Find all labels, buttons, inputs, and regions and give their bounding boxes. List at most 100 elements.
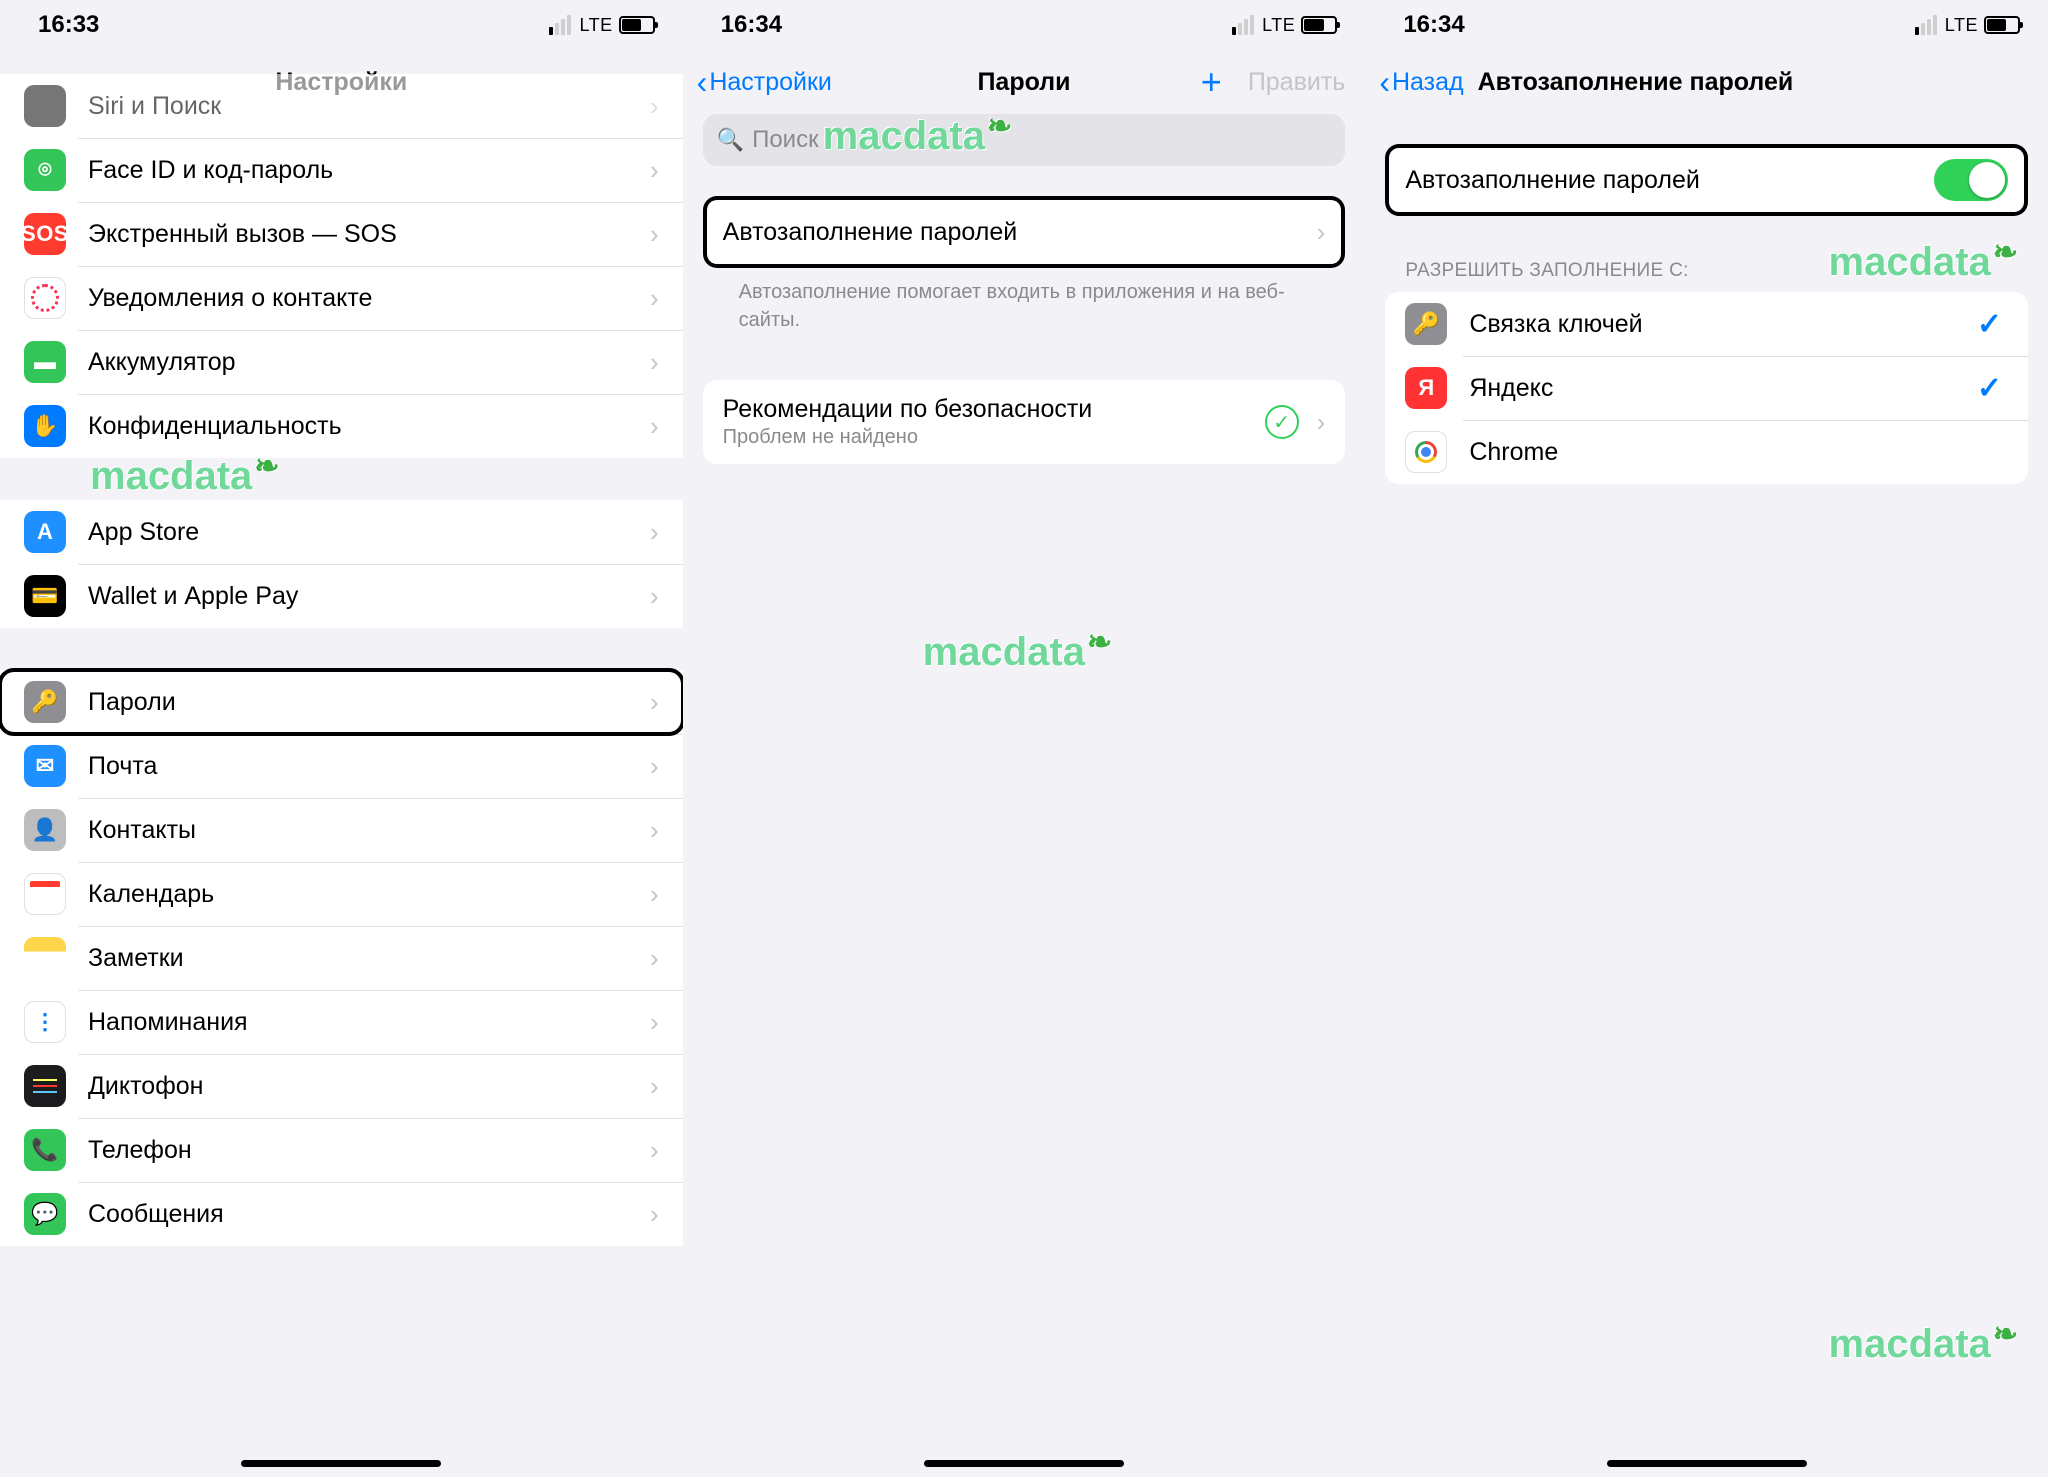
- calendar-icon: [24, 873, 66, 915]
- chevron-left-icon: ‹: [1379, 66, 1390, 98]
- back-label: Настройки: [709, 68, 832, 97]
- row-keychain[interactable]: 🔑Связка ключей✓: [1385, 292, 2028, 356]
- status-indicators: LTE: [549, 15, 654, 36]
- notes-icon: [24, 937, 66, 979]
- wallet-icon: 💳: [24, 575, 66, 617]
- signal-icon: [549, 15, 571, 35]
- nav-actions: + Править: [1201, 64, 1346, 100]
- security-recommendations-row[interactable]: Рекомендации по безопасности Проблем не …: [703, 380, 1346, 464]
- nav-bar: ‹ Назад Автозаполнение паролей: [1365, 50, 2048, 114]
- toggle-group: Автозаполнение паролей: [1385, 144, 2028, 216]
- siri-icon: [24, 85, 66, 127]
- home-indicator[interactable]: [1607, 1460, 1807, 1467]
- row-phone[interactable]: 📞Телефон›: [0, 1118, 683, 1182]
- chevron-right-icon: ›: [650, 751, 659, 782]
- row-exposure[interactable]: Уведомления о контакте›: [0, 266, 683, 330]
- checkmark-icon: ✓: [1977, 307, 2002, 342]
- row-messages[interactable]: 💬Сообщения›: [0, 1182, 683, 1246]
- network-label: LTE: [1945, 15, 1978, 36]
- status-bar: 16:34 LTE: [1365, 0, 2048, 50]
- row-wallet[interactable]: 💳 Wallet и Apple Pay ›: [0, 564, 683, 628]
- screen-settings-root: 16:33 LTE Настройки Siri и Поиск›⌾Face I…: [0, 0, 683, 1477]
- messages-icon: 💬: [24, 1193, 66, 1235]
- row-label: Конфиденциальность: [88, 412, 642, 441]
- back-button[interactable]: ‹ Настройки: [697, 66, 832, 98]
- sos-icon: SOS: [24, 213, 66, 255]
- settings-list[interactable]: AApp Store› 💳 Wallet и Apple Pay ›: [0, 500, 683, 628]
- watermark: macdata❧: [823, 114, 1012, 159]
- checkmark-badge-icon: ✓: [1265, 405, 1299, 439]
- row-label: Уведомления о контакте: [88, 284, 642, 313]
- home-indicator[interactable]: [241, 1460, 441, 1467]
- row-reminders[interactable]: Напоминания›: [0, 990, 683, 1054]
- row-yandex[interactable]: ЯЯндекс✓: [1385, 356, 2028, 420]
- voicememos-icon: [24, 1065, 66, 1107]
- watermark: macdata❧: [923, 630, 1112, 675]
- chevron-right-icon: ›: [650, 219, 659, 250]
- row-label: Автозаполнение паролей: [723, 218, 1309, 247]
- row-label: Face ID и код-пароль: [88, 156, 642, 185]
- row-sos[interactable]: SOSЭкстренный вызов — SOS›: [0, 202, 683, 266]
- watermark: macdata❧: [90, 454, 279, 499]
- battery-icon: ▬: [24, 341, 66, 383]
- row-label: Заметки: [88, 944, 642, 973]
- back-label: Назад: [1392, 68, 1464, 97]
- chevron-right-icon: ›: [650, 1071, 659, 1102]
- row-label: Wallet и Apple Pay: [88, 582, 642, 611]
- row-label: Chrome: [1469, 438, 2008, 467]
- passwords-icon: 🔑: [24, 681, 66, 723]
- row-notes[interactable]: Заметки ›: [0, 926, 683, 990]
- battery-icon: [1984, 16, 2020, 34]
- row-label: Siri и Поиск: [88, 92, 642, 121]
- chevron-right-icon: ›: [650, 347, 659, 378]
- home-indicator[interactable]: [924, 1460, 1124, 1467]
- signal-icon: [1915, 15, 1937, 35]
- row-siri[interactable]: Siri и Поиск ›: [0, 74, 683, 138]
- faceid-icon: ⌾: [24, 149, 66, 191]
- row-label: App Store: [88, 518, 642, 547]
- row-contacts[interactable]: 👤Контакты›: [0, 798, 683, 862]
- row-passwords[interactable]: 🔑Пароли›: [0, 670, 683, 734]
- row-mail[interactable]: ✉Почта›: [0, 734, 683, 798]
- back-button[interactable]: ‹ Назад: [1379, 66, 1463, 98]
- chevron-right-icon: ›: [650, 1007, 659, 1038]
- row-label: Пароли: [88, 688, 642, 717]
- battery-icon: [1301, 16, 1337, 34]
- chevron-right-icon: ›: [650, 91, 659, 122]
- row-calendar[interactable]: Календарь›: [0, 862, 683, 926]
- row-privacy[interactable]: ✋Конфиденциальность›: [0, 394, 683, 458]
- add-button[interactable]: +: [1201, 64, 1222, 100]
- privacy-icon: ✋: [24, 405, 66, 447]
- status-time: 16:34: [1403, 11, 1464, 39]
- row-voicememos[interactable]: Диктофон›: [0, 1054, 683, 1118]
- settings-list[interactable]: Siri и Поиск›⌾Face ID и код-пароль›SOSЭк…: [0, 74, 683, 458]
- row-label: Сообщения: [88, 1200, 642, 1229]
- chevron-right-icon: ›: [650, 943, 659, 974]
- section-gap: macdata❧: [0, 458, 683, 500]
- network-label: LTE: [1262, 15, 1295, 36]
- row-chrome[interactable]: Chrome: [1385, 420, 2028, 484]
- battery-icon: [619, 16, 655, 34]
- settings-list[interactable]: 🔑Пароли›✉Почта›👤Контакты›Календарь›Замет…: [0, 670, 683, 1246]
- row-faceid[interactable]: ⌾Face ID и код-пароль›: [0, 138, 683, 202]
- chevron-left-icon: ‹: [697, 66, 708, 98]
- reminders-icon: [24, 1001, 66, 1043]
- chevron-right-icon: ›: [650, 581, 659, 612]
- yandex-icon: Я: [1405, 367, 1447, 409]
- chevron-right-icon: ›: [650, 815, 659, 846]
- autofill-toggle-row[interactable]: Автозаполнение паролей: [1385, 144, 2028, 216]
- chevron-right-icon: ›: [650, 879, 659, 910]
- chevron-right-icon: ›: [1317, 217, 1326, 248]
- row-subtitle: Проблем не найдено: [723, 426, 1265, 449]
- chevron-right-icon: ›: [1317, 407, 1326, 438]
- row-battery[interactable]: ▬Аккумулятор›: [0, 330, 683, 394]
- status-time: 16:34: [721, 11, 782, 39]
- screen-passwords: 16:34 LTE ‹ Настройки Пароли + Править 🔍…: [683, 0, 1366, 1477]
- toggle-switch[interactable]: [1934, 159, 2008, 201]
- edit-button[interactable]: Править: [1248, 68, 1346, 97]
- search-input[interactable]: 🔍 Поиск macdata❧: [703, 114, 1346, 166]
- page-title: Пароли: [977, 68, 1070, 97]
- row-appstore[interactable]: AApp Store›: [0, 500, 683, 564]
- mail-icon: ✉: [24, 745, 66, 787]
- autofill-passwords-row[interactable]: Автозаполнение паролей ›: [703, 196, 1346, 268]
